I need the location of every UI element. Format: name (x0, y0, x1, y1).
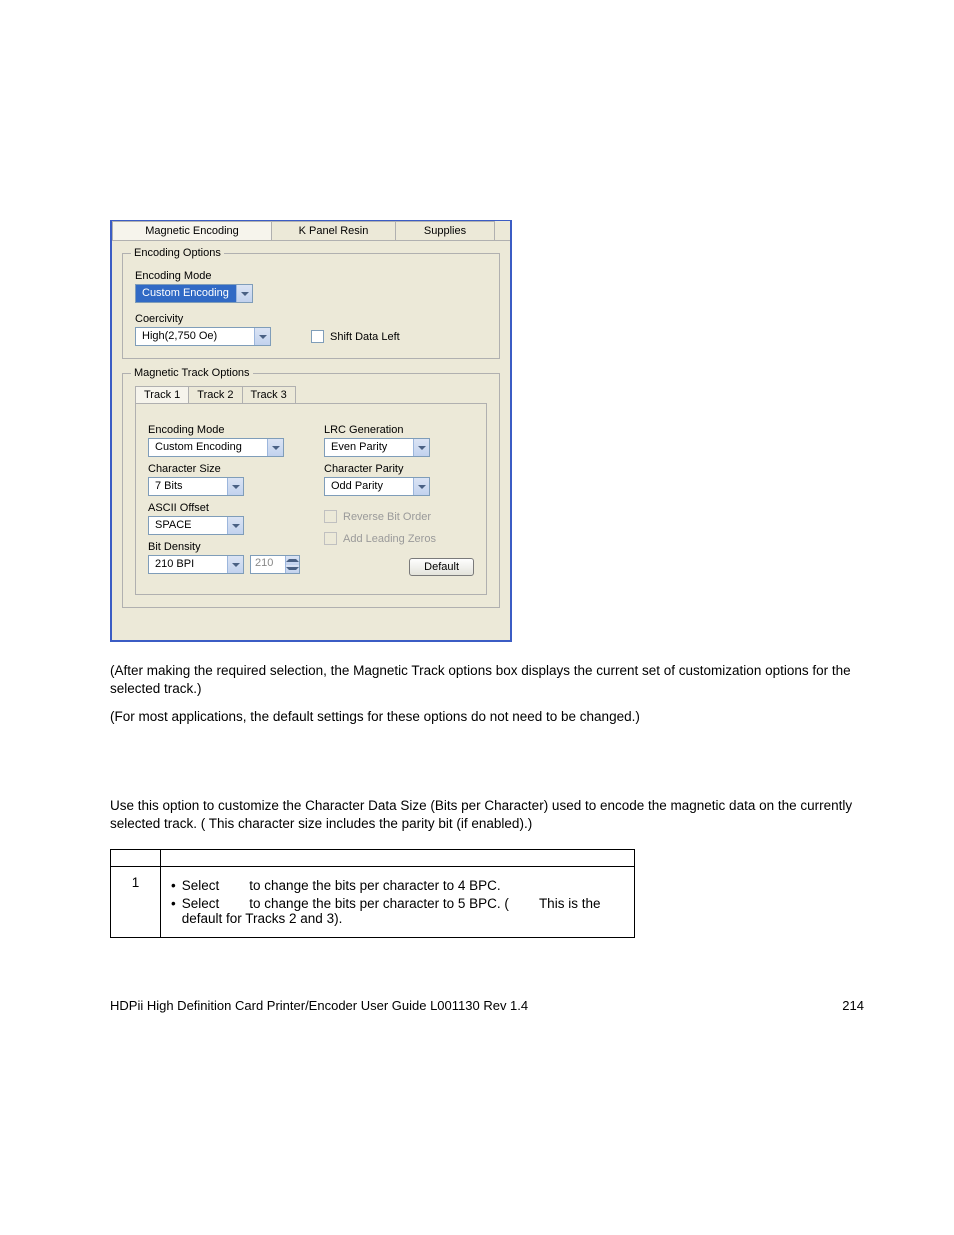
add-leading-zeros-checkbox: Add Leading Zeros (324, 532, 436, 545)
top-tabstrip: Magnetic Encoding K Panel Resin Supplies (112, 221, 510, 241)
table-header-step (111, 850, 161, 867)
step-number: 1 (111, 867, 161, 938)
default-button[interactable]: Default (409, 558, 474, 576)
group-legend: Magnetic Track Options (131, 367, 253, 379)
checkbox-box (311, 330, 324, 343)
tab-magnetic-encoding[interactable]: Magnetic Encoding (112, 221, 272, 240)
page-number: 214 (842, 998, 864, 1013)
procedure-table: 1 • Select to change the bits per charac… (110, 849, 635, 938)
note-2: (For most applications, the default sett… (110, 708, 864, 726)
page-footer: HDPii High Definition Card Printer/Encod… (110, 998, 864, 1013)
char-parity-combo[interactable]: Odd Parity (324, 477, 430, 496)
tab-track-1[interactable]: Track 1 (135, 386, 189, 403)
char-size-combo[interactable]: 7 Bits (148, 477, 244, 496)
group-encoding-options: Encoding Options Encoding Mode Custom En… (122, 253, 500, 359)
chevron-down-icon[interactable] (236, 285, 252, 302)
coercivity-combo[interactable]: High(2,750 Oe) (135, 327, 271, 346)
note-1: (After making the required selection, th… (110, 662, 864, 698)
step-procedure: • Select to change the bits per characte… (161, 867, 635, 938)
bit-density-label: Bit Density (148, 541, 300, 553)
lrc-generation-label: LRC Generation (324, 424, 474, 436)
track-tabstrip: Track 1 Track 2 Track 3 (135, 386, 487, 403)
spinner-down-icon[interactable] (286, 565, 299, 574)
tab-k-panel-resin[interactable]: K Panel Resin (271, 221, 396, 240)
coercivity-value: High(2,750 Oe) (136, 328, 254, 345)
tab-track-2[interactable]: Track 2 (188, 386, 242, 403)
tab-supplies[interactable]: Supplies (395, 221, 495, 240)
bit-density-value: 210 BPI (149, 556, 227, 573)
char-parity-label: Character Parity (324, 463, 474, 475)
chevron-down-icon[interactable] (227, 556, 243, 573)
chevron-down-icon[interactable] (227, 517, 243, 534)
bullet-icon: • (171, 896, 176, 926)
reverse-bit-order-label: Reverse Bit Order (343, 511, 431, 523)
table-row (111, 850, 635, 867)
footer-left: HDPii High Definition Card Printer/Encod… (110, 998, 528, 1013)
lrc-generation-value: Even Parity (325, 439, 413, 456)
track-pane: Encoding Mode Custom Encoding Character … (135, 403, 487, 595)
char-size-label: Character Size (148, 463, 300, 475)
ascii-offset-label: ASCII Offset (148, 502, 300, 514)
spinner-up-icon[interactable] (286, 556, 299, 565)
char-parity-value: Odd Parity (325, 478, 413, 495)
chevron-down-icon[interactable] (254, 328, 270, 345)
group-legend: Encoding Options (131, 247, 224, 259)
ascii-offset-value: SPACE (149, 517, 227, 534)
ascii-offset-combo[interactable]: SPACE (148, 516, 244, 535)
tab-track-3[interactable]: Track 3 (242, 386, 296, 403)
char-size-value: 7 Bits (149, 478, 227, 495)
encoding-mode-value: Custom Encoding (136, 285, 236, 302)
shift-data-left-label: Shift Data Left (330, 331, 400, 343)
bullet-icon: • (171, 878, 176, 893)
bit-density-combo[interactable]: 210 BPI (148, 555, 244, 574)
track-encoding-mode-label: Encoding Mode (148, 424, 300, 436)
section-intro: Use this option to customize the Charact… (110, 797, 864, 833)
chevron-down-icon[interactable] (413, 439, 429, 456)
table-row: 1 • Select to change the bits per charac… (111, 867, 635, 938)
coercivity-label: Coercivity (135, 313, 487, 325)
shift-data-left-checkbox[interactable]: Shift Data Left (311, 330, 400, 343)
track-encoding-mode-value: Custom Encoding (149, 439, 267, 456)
group-magnetic-track-options: Magnetic Track Options Track 1 Track 2 T… (122, 373, 500, 608)
chevron-down-icon[interactable] (413, 478, 429, 495)
chevron-down-icon[interactable] (267, 439, 283, 456)
table-header-procedure (161, 850, 635, 867)
add-leading-zeros-label: Add Leading Zeros (343, 533, 436, 545)
encoding-mode-combo[interactable]: Custom Encoding (135, 284, 253, 303)
chevron-down-icon[interactable] (227, 478, 243, 495)
track-encoding-mode-combo[interactable]: Custom Encoding (148, 438, 284, 457)
dialog-window: Magnetic Encoding K Panel Resin Supplies… (110, 220, 512, 642)
checkbox-box (324, 532, 337, 545)
bit-density-spin-value: 210 (251, 556, 285, 573)
bit-density-spinner[interactable]: 210 (250, 555, 300, 574)
encoding-mode-label: Encoding Mode (135, 270, 487, 282)
checkbox-box (324, 510, 337, 523)
reverse-bit-order-checkbox: Reverse Bit Order (324, 510, 431, 523)
lrc-generation-combo[interactable]: Even Parity (324, 438, 430, 457)
